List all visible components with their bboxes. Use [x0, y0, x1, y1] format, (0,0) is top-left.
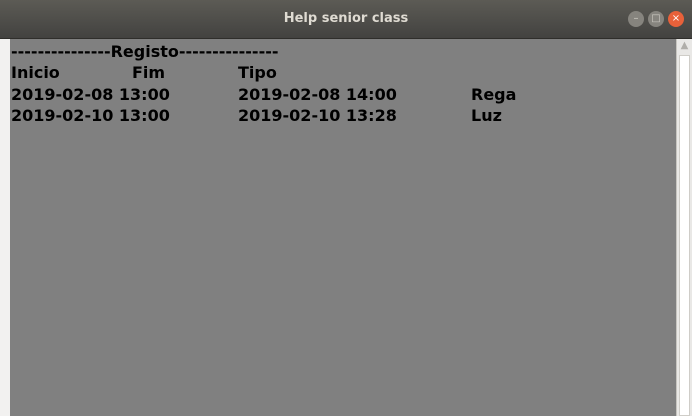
scrollbar-thumb[interactable] — [679, 55, 690, 416]
row-0-start: 2019-02-08 13:00 — [11, 85, 170, 104]
column-header-inicio: Inicio — [11, 63, 60, 82]
column-header-tipo: Tipo — [238, 63, 277, 82]
column-header-fim: Fim — [132, 63, 166, 82]
close-icon[interactable]: × — [668, 11, 684, 27]
log-text-area[interactable]: ---------------Registo--------------- In… — [0, 39, 676, 416]
row-1-type: Luz — [471, 106, 502, 125]
maximize-icon[interactable]: □ — [648, 11, 664, 27]
vertical-scrollbar[interactable]: ▲ — [676, 39, 692, 416]
row-1-end: 2019-02-10 13:28 — [238, 106, 397, 125]
log-header: ---------------Registo--------------- — [11, 42, 279, 61]
app-window: Help senior class – □ × ---------------R… — [0, 0, 692, 416]
scroll-up-icon[interactable]: ▲ — [677, 39, 692, 53]
title-bar[interactable]: Help senior class – □ × — [0, 0, 692, 39]
minimize-icon[interactable]: – — [628, 11, 644, 27]
row-0-type: Rega — [471, 85, 517, 104]
window-title: Help senior class — [283, 11, 409, 26]
row-1-start: 2019-02-10 13:00 — [11, 106, 170, 125]
row-0-end: 2019-02-08 14:00 — [238, 85, 397, 104]
